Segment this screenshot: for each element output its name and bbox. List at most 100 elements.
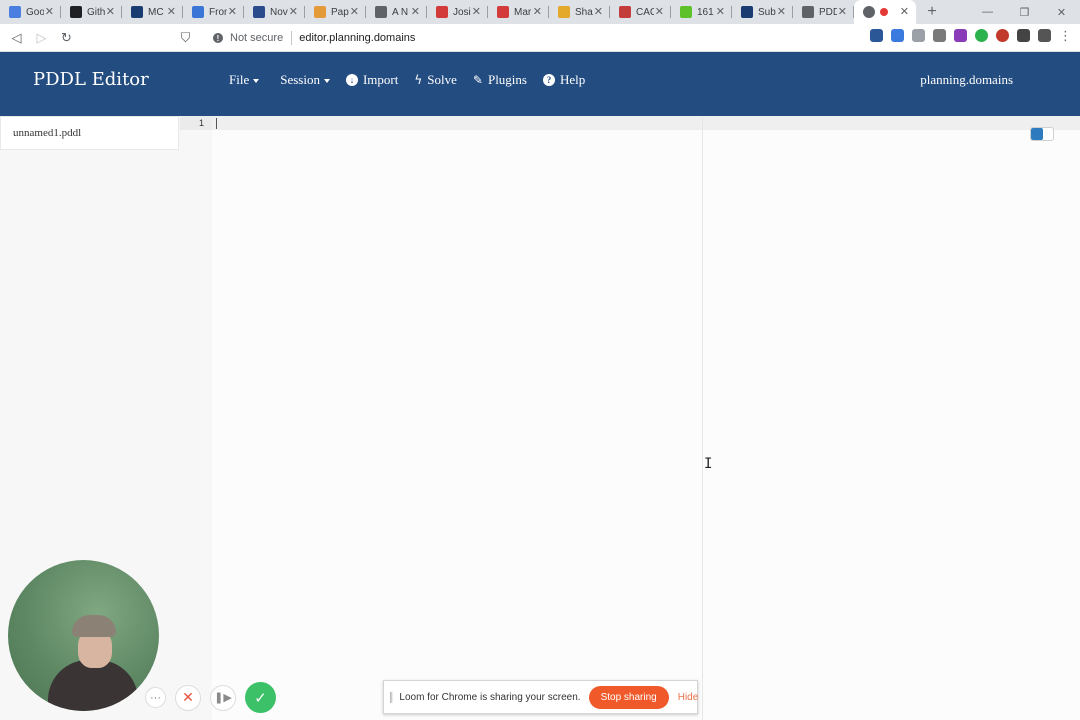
favicon-icon (497, 6, 509, 18)
back-button[interactable]: ◁ (4, 25, 29, 51)
bookmark-icon[interactable]: ⛉ (173, 25, 198, 51)
split-view-toggle[interactable] (1030, 127, 1054, 141)
favicon-icon (192, 6, 204, 18)
close-tab-icon[interactable]: ✕ (106, 5, 115, 18)
browser-tab[interactable]: Fron ✕ (183, 0, 244, 24)
browser-tab[interactable]: Pap ✕ (305, 0, 366, 24)
tab-list: Goo ✕ Gith ✕ MC ✕ Fron ✕ Nov ✕ Pap ✕ A N ✕ Josi ✕ Mar ✕ Sh… (0, 0, 916, 24)
menu-label: Session (280, 72, 320, 87)
loom-controls: ··· ✕ ❚▶ ✓ (145, 682, 276, 713)
close-tab-icon[interactable]: ✕ (900, 5, 909, 18)
extension-icon[interactable] (912, 29, 925, 42)
browser-tab[interactable]: Gith ✕ (61, 0, 122, 24)
menu-plugins[interactable]: ✎ Plugins (473, 72, 527, 88)
address-bar[interactable]: ! Not secure editor.planning.domains (205, 27, 785, 49)
toggle-knob (1031, 128, 1043, 140)
close-tab-icon[interactable]: ✕ (228, 5, 237, 18)
person-cap (72, 615, 116, 637)
close-tab-icon[interactable]: ✕ (167, 5, 176, 18)
favicon-icon (9, 6, 21, 18)
extension-icon[interactable] (996, 29, 1009, 42)
reload-button[interactable]: ↻ (54, 25, 79, 51)
close-window-button[interactable]: ✕ (1043, 0, 1080, 24)
planning-domains-link[interactable]: planning.domains (920, 72, 1013, 88)
browser-tab[interactable]: Mar ✕ (488, 0, 549, 24)
caret-down-icon (323, 79, 330, 83)
tab-title: Mar (514, 6, 532, 18)
security-label[interactable]: Not secure (230, 32, 283, 44)
question-circle-icon: ? (542, 74, 555, 86)
sharing-message: Loom for Chrome is sharing your screen. (399, 691, 581, 703)
chrome-menu-icon[interactable]: ⋮ (1059, 29, 1072, 42)
file-item-unnamed1[interactable]: unnamed1.pddl (0, 116, 179, 150)
favicon-icon (70, 6, 82, 18)
extension-icon[interactable] (891, 29, 904, 42)
forward-button[interactable]: ▷ (29, 25, 54, 51)
close-tab-icon[interactable]: ✕ (777, 5, 786, 18)
code-editor[interactable]: 1 (180, 116, 1080, 720)
close-tab-icon[interactable]: ✕ (289, 5, 298, 18)
browser-tab[interactable]: 161 ✕ (671, 0, 732, 24)
download-circle-icon: ↓ (345, 74, 358, 86)
browser-tab[interactable]: Sha ✕ (549, 0, 610, 24)
extension-icon[interactable] (975, 29, 988, 42)
close-tab-icon[interactable]: ✕ (45, 5, 54, 18)
screen: Goo ✕ Gith ✕ MC ✕ Fron ✕ Nov ✕ Pap ✕ A N ✕ Josi ✕ Mar ✕ Sh… (0, 0, 1080, 720)
drag-handle-icon[interactable]: ║ (388, 692, 394, 702)
window-controls: — ❐ ✕ (969, 0, 1080, 24)
extension-icon[interactable] (1017, 29, 1030, 42)
close-tab-icon[interactable]: ✕ (716, 5, 725, 18)
finish-recording-icon[interactable]: ✓ (245, 682, 276, 713)
close-tab-icon[interactable]: ✕ (838, 5, 847, 18)
restore-button[interactable]: ❐ (1006, 0, 1043, 24)
extension-icon[interactable] (870, 29, 883, 42)
close-tab-icon[interactable]: ✕ (594, 5, 603, 18)
url-text[interactable]: editor.planning.domains (299, 32, 415, 44)
favicon-icon (436, 6, 448, 18)
info-icon[interactable]: ! (213, 33, 223, 43)
stop-sharing-button[interactable]: Stop sharing (588, 685, 669, 709)
menu-label: Plugins (487, 72, 527, 87)
tab-title: Gith (87, 6, 105, 18)
menu-session[interactable]: Session (275, 72, 330, 88)
menu-solve[interactable]: ϟ Solve (414, 72, 457, 88)
hide-link[interactable]: Hide (678, 692, 699, 703)
menu-label: File (229, 72, 250, 87)
browser-tab[interactable]: Nov ✕ (244, 0, 305, 24)
close-tab-icon[interactable]: ✕ (655, 5, 664, 18)
menu-import[interactable]: ↓ Import (345, 72, 398, 88)
close-tab-icon[interactable]: ✕ (472, 5, 481, 18)
close-tab-icon[interactable]: ✕ (350, 5, 359, 18)
browser-tab[interactable]: MC ✕ (122, 0, 183, 24)
browser-tab[interactable]: A N ✕ (366, 0, 427, 24)
extension-icon[interactable] (954, 29, 967, 42)
browser-tab[interactable]: ✕ (854, 0, 916, 24)
browser-tab[interactable]: PDD ✕ (793, 0, 854, 24)
menu-file[interactable]: File (224, 72, 260, 88)
extension-toolbar: ⋮ (870, 29, 1072, 42)
browser-tab[interactable]: Goo ✕ (0, 0, 61, 24)
favicon-icon (131, 6, 143, 18)
favicon-icon (619, 6, 631, 18)
browser-toolbar: ◁ ▷ ↻ ⛉ ! Not secure editor.planning.dom… (0, 24, 1080, 52)
favicon-icon (863, 6, 875, 18)
tab-title: Sub (758, 6, 776, 18)
webcam-bubble[interactable] (8, 560, 159, 711)
favicon-icon (314, 6, 326, 18)
app-brand[interactable]: PDDL Editor (33, 69, 149, 90)
browser-tab[interactable]: CAC ✕ (610, 0, 671, 24)
close-tab-icon[interactable]: ✕ (411, 5, 420, 18)
more-options-icon[interactable]: ··· (145, 687, 166, 708)
extension-icon[interactable] (933, 29, 946, 42)
cancel-recording-icon[interactable]: ✕ (175, 684, 201, 711)
browser-tab[interactable]: Josi ✕ (427, 0, 488, 24)
menu-help[interactable]: ? Help (542, 72, 585, 88)
new-tab-button[interactable]: + (920, 0, 944, 24)
screen-share-bar: ║ Loom for Chrome is sharing your screen… (383, 680, 698, 714)
minimize-button[interactable]: — (969, 0, 1006, 24)
extension-icon[interactable] (1038, 29, 1051, 42)
favicon-icon (375, 6, 387, 18)
close-tab-icon[interactable]: ✕ (533, 5, 542, 18)
browser-tab[interactable]: Sub ✕ (732, 0, 793, 24)
pause-recording-icon[interactable]: ❚▶ (210, 684, 236, 711)
